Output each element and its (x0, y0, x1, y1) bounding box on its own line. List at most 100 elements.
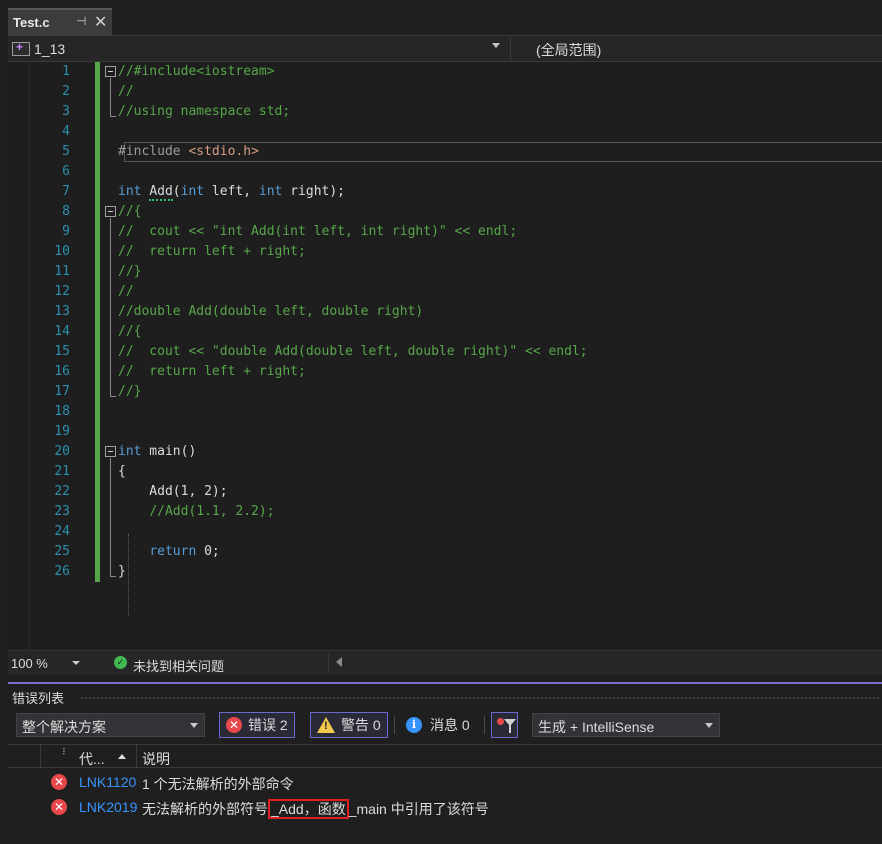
error-list-panel: 错误列表 整个解决方案 ✕ 错误 2 ! 警告 0 i 消息 0 生成 + In… (8, 684, 882, 844)
line-number: 18 (54, 404, 70, 419)
errors-filter-button[interactable]: ✕ 错误 2 (219, 712, 295, 738)
error-description: 1 个无法解析的外部命令 (142, 776, 294, 792)
divider (510, 36, 511, 61)
fold-guide-end (110, 116, 116, 117)
table-row[interactable]: ✕ LNK2019 无法解析的外部符号 _Add，函数 _main 中引用了该符号 (8, 795, 882, 819)
change-tracking-bar (95, 62, 100, 582)
code-line[interactable]: //Add(1.1, 2.2); (118, 502, 588, 522)
code-line[interactable]: #include <stdio.h> (118, 142, 588, 162)
fold-collapse-icon[interactable] (105, 446, 116, 457)
error-description: 无法解析的外部符号 _Add，函数 _main 中引用了该符号 (142, 799, 489, 819)
line-number: 3 (62, 104, 70, 119)
code-line[interactable]: //} (118, 382, 588, 402)
scroll-left-icon[interactable] (336, 657, 342, 667)
chevron-down-icon (705, 723, 713, 728)
code-line[interactable]: //} (118, 262, 588, 282)
error-code[interactable]: LNK1120 (79, 774, 141, 790)
chevron-down-icon[interactable] (492, 43, 500, 48)
code-line[interactable]: int Add(int left, int right); (118, 182, 588, 202)
chevron-down-icon[interactable] (72, 661, 80, 665)
info-icon: i (406, 717, 422, 733)
project-dropdown[interactable]: 1_13 (8, 36, 508, 61)
close-icon[interactable]: ✕ (94, 12, 107, 32)
error-code[interactable]: LNK2019 (79, 799, 141, 815)
code-line[interactable]: // return left + right; (118, 362, 588, 382)
code-line[interactable]: //double Add(double left, double right) (118, 302, 588, 322)
line-number: 7 (62, 184, 70, 199)
line-number: 23 (54, 504, 70, 519)
tab-title[interactable]: Test.c (13, 15, 50, 30)
line-number: 22 (54, 484, 70, 499)
divider (328, 653, 329, 673)
code-line[interactable]: // cout << "double Add(double left, doub… (118, 342, 588, 362)
warnings-filter-button[interactable]: ! 警告 0 (310, 712, 388, 738)
error-table-header: ⠇ 代... 说明 (8, 744, 882, 768)
line-number: 5 (62, 144, 70, 159)
pin-icon[interactable]: ⊣ (76, 14, 86, 28)
code-lines[interactable]: //#include<iostream>////using namespace … (118, 62, 588, 582)
error-icon: ✕ (226, 717, 242, 733)
line-number: 15 (54, 344, 70, 359)
messages-filter-button[interactable]: i 消息 0 (400, 712, 476, 738)
code-editor[interactable]: 1 2 3 4 5 6 7 8 9 10 11 12 13 14 15 16 17 18 19 20 21 22 23 24 2… (8, 62, 882, 650)
code-line[interactable]: ​ (118, 162, 588, 182)
issues-status[interactable]: 未找到相关问题 (133, 656, 224, 675)
line-number: 4 (62, 124, 70, 139)
tab-test-c[interactable]: Test.c ⊣ ✕ (8, 8, 112, 35)
project-name: 1_13 (34, 40, 66, 57)
line-number: 8 (62, 204, 70, 219)
glyph-margin (8, 62, 30, 650)
zoom-level[interactable]: 100 % (11, 656, 48, 671)
filter-icon[interactable] (491, 712, 518, 738)
line-number: 21 (54, 464, 70, 479)
code-line[interactable]: //using namespace std; (118, 102, 588, 122)
code-line[interactable]: ​ (118, 422, 588, 442)
code-line[interactable]: //{ (118, 322, 588, 342)
code-line[interactable]: { (118, 462, 588, 482)
code-line[interactable]: //#include<iostream> (118, 62, 588, 82)
fold-collapse-icon[interactable] (105, 206, 116, 217)
code-line[interactable]: } (118, 562, 588, 582)
code-line[interactable]: // (118, 282, 588, 302)
code-line[interactable]: // return left + right; (118, 242, 588, 262)
editor-status-bar: 100 % ✓ 未找到相关问题 (8, 650, 882, 675)
code-line[interactable]: // cout << "int Add(int left, int right)… (118, 222, 588, 242)
code-line[interactable]: //{ (118, 202, 588, 222)
column-options-icon[interactable]: ⠇ (62, 747, 69, 758)
code-line[interactable]: ​ (118, 402, 588, 422)
column-header-description[interactable]: 说明 (142, 749, 170, 769)
code-line[interactable]: Add(1, 2); (118, 482, 588, 502)
build-source-value: 生成 + IntelliSense (538, 719, 655, 735)
table-row[interactable]: ✕ LNK1120 1 个无法解析的外部命令 (8, 770, 882, 794)
column-divider (40, 745, 41, 767)
code-line[interactable]: ​ (118, 122, 588, 142)
fold-collapse-icon[interactable] (105, 66, 116, 77)
line-number: 12 (54, 284, 70, 299)
fold-guide-end (110, 396, 116, 397)
line-number: 10 (54, 244, 70, 259)
line-number: 9 (62, 224, 70, 239)
code-line[interactable]: // (118, 82, 588, 102)
scope-dropdown[interactable]: (全局范围) (536, 40, 601, 60)
document-tab-strip: Test.c ⊣ ✕ (0, 0, 882, 35)
fold-guide (110, 78, 111, 116)
code-line[interactable]: return 0; (118, 542, 588, 562)
line-number: 1 (62, 64, 70, 79)
divider (484, 716, 485, 734)
column-header-code[interactable]: 代... (79, 749, 105, 769)
error-icon: ✕ (51, 774, 67, 790)
line-number: 26 (54, 564, 70, 579)
column-divider[interactable] (136, 745, 137, 767)
code-line[interactable]: int main() (118, 442, 588, 462)
code-line[interactable]: ​ (118, 522, 588, 542)
scope-select[interactable]: 整个解决方案 (16, 713, 205, 737)
line-number: 24 (54, 524, 70, 539)
sort-ascending-icon[interactable] (118, 754, 126, 759)
line-numbers: 1 2 3 4 5 6 7 8 9 10 11 12 13 14 15 16 17 18 19 20 21 22 23 24 2… (30, 62, 70, 582)
scope-select-value: 整个解决方案 (22, 719, 106, 735)
panel-grip[interactable] (80, 696, 880, 700)
build-source-select[interactable]: 生成 + IntelliSense (532, 713, 720, 737)
warnings-count: 警告 0 (341, 717, 381, 733)
panel-title: 错误列表 (12, 691, 65, 706)
fold-guide-end (110, 576, 116, 577)
